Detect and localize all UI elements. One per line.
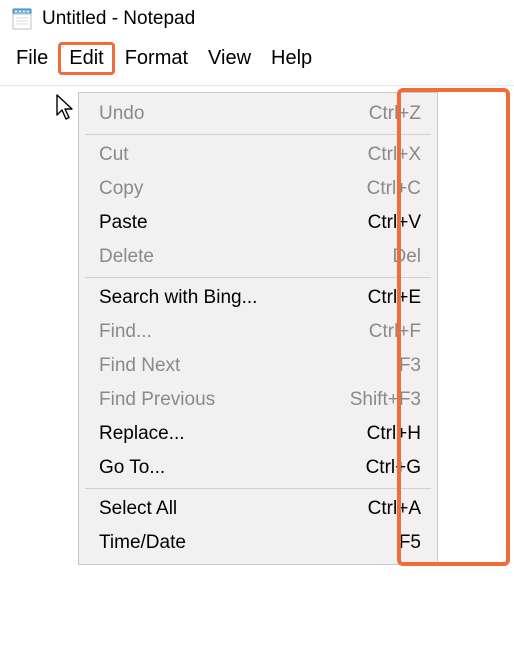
menu-item-find-previous[interactable]: Find Previous Shift+F3 (81, 383, 435, 417)
menu-item-label: Paste (99, 212, 148, 234)
menu-item-label: Select All (99, 498, 177, 520)
menu-format-label: Format (125, 47, 188, 69)
menu-item-shortcut: Ctrl+X (368, 144, 421, 166)
menu-item-time-date[interactable]: Time/Date F5 (81, 526, 435, 560)
menu-item-label: Cut (99, 144, 129, 166)
menu-item-shortcut: Shift+F3 (350, 389, 421, 411)
menu-item-label: Copy (99, 178, 143, 200)
menu-edit[interactable]: Edit (58, 42, 114, 75)
menu-item-cut[interactable]: Cut Ctrl+X (81, 138, 435, 172)
menu-item-goto[interactable]: Go To... Ctrl+G (81, 451, 435, 485)
titlebar: Untitled - Notepad (0, 0, 514, 36)
notepad-icon (10, 7, 34, 31)
menu-item-label: Find... (99, 321, 152, 343)
menu-item-paste[interactable]: Paste Ctrl+V (81, 206, 435, 240)
dropdown-separator (85, 134, 431, 135)
menu-item-label: Search with Bing... (99, 287, 257, 309)
menu-item-shortcut: Ctrl+F (369, 321, 421, 343)
menu-item-search-bing[interactable]: Search with Bing... Ctrl+E (81, 281, 435, 315)
menu-item-shortcut: F5 (399, 532, 421, 554)
menu-item-select-all[interactable]: Select All Ctrl+A (81, 492, 435, 526)
menu-help-label: Help (271, 47, 312, 69)
menu-item-shortcut: Ctrl+Z (369, 103, 421, 125)
menu-item-shortcut: Ctrl+A (368, 498, 421, 520)
menu-edit-label: Edit (69, 47, 103, 69)
menu-item-label: Delete (99, 246, 154, 268)
window-title: Untitled - Notepad (42, 8, 195, 30)
menu-item-replace[interactable]: Replace... Ctrl+H (81, 417, 435, 451)
menu-item-label: Time/Date (99, 532, 186, 554)
menu-item-label: Undo (99, 103, 144, 125)
cursor-icon (55, 93, 77, 121)
menu-item-find-next[interactable]: Find Next F3 (81, 349, 435, 383)
dropdown-separator (85, 277, 431, 278)
menu-item-label: Go To... (99, 457, 165, 479)
menu-item-label: Find Previous (99, 389, 215, 411)
menu-item-shortcut: Ctrl+C (367, 178, 421, 200)
menu-item-copy[interactable]: Copy Ctrl+C (81, 172, 435, 206)
menu-file-label: File (16, 47, 48, 69)
menu-view[interactable]: View (198, 43, 261, 74)
dropdown-separator (85, 488, 431, 489)
menu-item-shortcut: Ctrl+G (366, 457, 421, 479)
menu-view-label: View (208, 47, 251, 69)
menu-item-shortcut: Del (392, 246, 421, 268)
menu-format[interactable]: Format (115, 43, 198, 74)
menubar-divider (0, 85, 514, 86)
menu-item-shortcut: F3 (399, 355, 421, 377)
menu-item-shortcut: Ctrl+V (368, 212, 421, 234)
edit-dropdown: Undo Ctrl+Z Cut Ctrl+X Copy Ctrl+C Paste… (78, 92, 438, 565)
menu-file[interactable]: File (6, 43, 58, 74)
menu-item-label: Find Next (99, 355, 180, 377)
menu-item-shortcut: Ctrl+E (368, 287, 421, 309)
menu-item-label: Replace... (99, 423, 185, 445)
menubar: File Edit Format View Help (0, 36, 514, 83)
menu-help[interactable]: Help (261, 43, 322, 74)
menu-item-delete[interactable]: Delete Del (81, 240, 435, 274)
menu-item-shortcut: Ctrl+H (367, 423, 421, 445)
menu-item-undo[interactable]: Undo Ctrl+Z (81, 97, 435, 131)
menu-item-find[interactable]: Find... Ctrl+F (81, 315, 435, 349)
